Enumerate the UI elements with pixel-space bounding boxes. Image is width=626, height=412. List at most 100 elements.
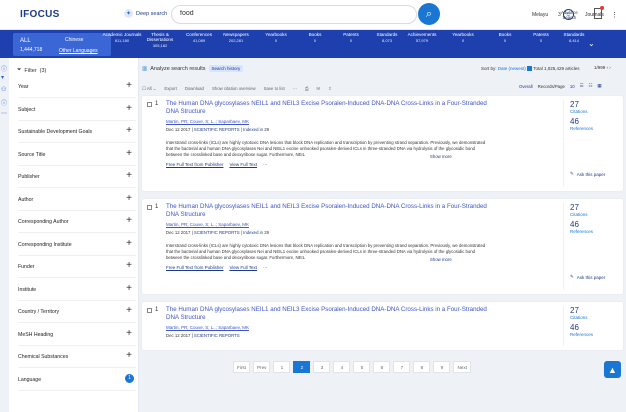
filter-item[interactable]: Year + [18,76,136,98]
result-journal[interactable]: SCIENTIFIC REPORTS [194,333,240,338]
share-icon[interactable]: ⇪ [328,86,332,92]
records-per-page-select[interactable]: 10 [570,84,575,89]
ask-paper-button[interactable]: ✎ Ask this paper [570,274,618,280]
page-number-button[interactable]: 7 [393,361,411,373]
result-checkbox[interactable] [147,308,152,313]
result-checkbox[interactable] [147,102,152,107]
prev-page-icon[interactable]: ‹ [607,65,609,70]
first-page-button[interactable]: First [233,361,250,373]
full-text-link[interactable]: View Full Text [229,265,257,271]
search-history-button[interactable]: Search history [208,65,244,72]
result-title[interactable]: The Human DNA glycosylases NEIL1 and NEI… [166,203,496,219]
category-tab[interactable]: Books 0 [485,32,525,43]
detail-view-icon[interactable]: ☷ [589,83,593,89]
more-options-icon[interactable]: ⋯ [263,162,268,168]
next-page-icon[interactable]: › [609,65,611,70]
filter-item[interactable]: Corresponding Author + [18,211,136,233]
expand-plus-icon[interactable]: + [126,170,132,181]
category-tab[interactable]: Thesis & Dissertations 305,182 [140,32,180,48]
help-icon[interactable]: ⓘ [1,98,8,107]
expand-plus-icon[interactable]: + [126,350,132,361]
references-count[interactable]: 46 [570,323,618,332]
result-title[interactable]: The Human DNA glycosylases NEIL1 and NEI… [166,100,496,116]
filter-item[interactable]: Author + [18,189,136,211]
filter-icon[interactable]: ▾ [1,74,8,81]
page-number-button[interactable]: 2 [293,361,311,373]
back-to-top-button[interactable]: ▲ [604,361,621,378]
citations-count[interactable]: 27 [570,306,618,315]
expand-plus-icon[interactable]: + [126,148,132,159]
page-number-button[interactable]: 3 [313,361,331,373]
export-button[interactable]: Export [164,86,176,91]
result-checkbox[interactable] [147,205,152,210]
more-actions-icon[interactable]: ⋯ [293,86,297,92]
category-tab[interactable]: Yearbooks 0 [443,32,483,43]
filter-item[interactable]: Publisher + [18,166,136,188]
result-title[interactable]: The Human DNA glycosylases NEIL1 and NEI… [166,306,496,322]
publisher-link[interactable]: Free Full Text from Publisher [166,265,223,271]
sort-select[interactable]: Date (newest) [498,66,526,71]
email-icon[interactable]: ✉ [316,86,320,92]
filter-item[interactable]: Language 1 [18,369,136,391]
chevron-down-icon[interactable]: ⌄ [588,39,595,48]
filter-item[interactable]: Chemical Substances + [18,346,136,368]
page-number-button[interactable]: 6 [373,361,391,373]
analyze-results-link[interactable]: Analyze search results [150,66,205,72]
category-tab[interactable]: Achievements 57,979 [402,32,442,43]
filter-item[interactable]: Corresponding Institute + [18,234,136,256]
expand-plus-icon[interactable]: + [126,215,132,226]
category-all[interactable]: ALL 1,444,718 Chinese Other Languages [13,33,111,56]
grid-view-icon[interactable]: ▦ [597,83,601,89]
category-tab[interactable]: Patents 0 [331,32,371,43]
more-icon[interactable]: ⋯ [1,110,8,117]
filter-item[interactable]: MeSH Heading + [18,324,136,346]
search-button[interactable]: ⌕ [418,3,440,25]
category-tab[interactable]: Books 0 [295,32,335,43]
category-tab[interactable]: Yearbooks 0 [256,32,296,43]
result-authors[interactable]: Martin, PR; Couve, S; L..; Saparbaev, MK [166,119,249,124]
save-to-list-button[interactable]: Save to list [264,86,285,91]
expand-plus-icon[interactable]: + [126,305,132,316]
full-text-link[interactable]: View Full Text [229,162,257,168]
print-icon[interactable]: ⎙ [305,86,308,91]
expand-plus-icon[interactable]: + [126,328,132,339]
deep-search-button[interactable]: ✦ Deep search [124,9,167,18]
expand-plus-icon[interactable]: + [126,260,132,271]
filter-item[interactable]: Funder + [18,256,136,278]
more-menu-icon[interactable]: ⋮ [611,11,618,19]
category-tab[interactable]: Standards 8,073 [367,32,407,43]
expand-plus-icon[interactable]: + [126,125,132,136]
expand-plus-icon[interactable]: + [126,238,132,249]
language-selector[interactable]: Melayu [532,12,548,18]
citations-count[interactable]: 27 [570,203,618,212]
show-more-link[interactable]: Show more [430,154,452,159]
references-count[interactable]: 46 [570,220,618,229]
page-number-button[interactable]: 1 [273,361,291,373]
result-authors[interactable]: Martin, PR; Couve, S; L..; Saparbaev, MK [166,325,249,330]
expand-plus-icon[interactable]: + [126,283,132,294]
citations-count[interactable]: 27 [570,100,618,109]
expand-plus-icon[interactable]: + [126,80,132,91]
filter-item[interactable]: Country / Territory + [18,301,136,323]
more-options-icon[interactable]: ⋯ [263,265,268,271]
result-authors[interactable]: Martin, PR; Couve, S; L..; Saparbaev, MK [166,222,249,227]
sort-order-icon[interactable] [527,66,533,72]
show-more-link[interactable]: Show more [430,257,452,262]
page-number-button[interactable]: 9 [433,361,451,373]
category-other-languages[interactable]: Other Languages [59,48,98,54]
citation-overview-button[interactable]: Show citation overview [212,86,256,91]
download-button[interactable]: Download [185,86,204,91]
category-tab[interactable]: Newspapers 202,281 [216,32,256,43]
result-journal[interactable]: SCIENTIFIC REPORTS [194,230,240,235]
user-menu[interactable]: 3 ☺ [558,9,574,20]
prev-page-button[interactable]: Prev [253,361,271,373]
people-icon[interactable]: ⚇ [1,86,8,93]
select-all-checkbox[interactable]: ☐ All ⌄ [142,86,156,92]
references-count[interactable]: 46 [570,117,618,126]
ask-paper-button[interactable]: ✎ Ask this paper [570,171,618,177]
filter-item[interactable]: Sustainable Development Goals + [18,121,136,143]
filter-item[interactable]: Source Title + [18,144,136,166]
category-tab[interactable]: Conferences 41,089 [179,32,219,43]
list-view-icon[interactable]: ☰ [580,83,584,89]
page-number-button[interactable]: 5 [353,361,371,373]
